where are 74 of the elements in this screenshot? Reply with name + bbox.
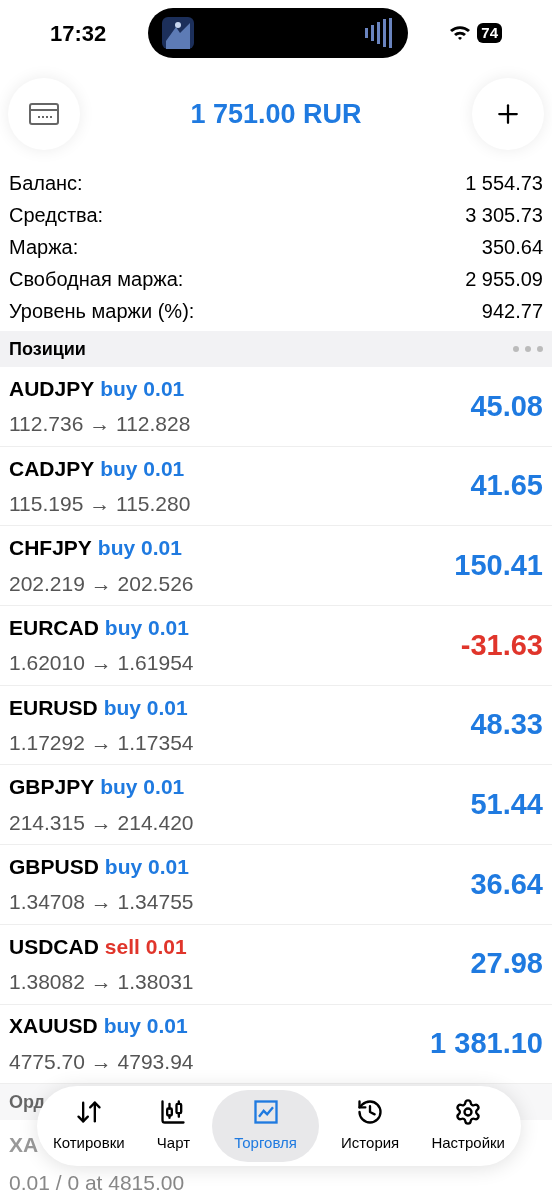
position-row[interactable]: GBPJPY buy 0.01 214.315 → 214.420 51.44	[0, 765, 552, 846]
symbol: CHFJPY	[9, 535, 92, 562]
summary-label: Свободная маржа:	[9, 267, 184, 292]
price-range: 214.315 → 214.420	[9, 809, 194, 836]
position-row[interactable]: USDCAD sell 0.01 1.38082 → 1.38031 27.98	[0, 924, 552, 1005]
trade-volume: sell 0.01	[104, 933, 187, 960]
profit-value: 41.65	[470, 468, 543, 504]
profit-value: 45.08	[470, 388, 543, 424]
tab[interactable]: Торговля	[212, 1090, 319, 1162]
position-row[interactable]: AUDJPY buy 0.01 112.736 → 112.828 45.08	[0, 367, 552, 447]
summary-value: 942.77	[481, 299, 543, 324]
profit-value: 1 381.10	[430, 1026, 543, 1062]
summary-label: Уровень маржи (%):	[9, 299, 195, 324]
price-range: 115.195 → 115.280	[9, 491, 191, 518]
trade-volume: buy 0.01	[103, 694, 188, 721]
symbol: EURUSD	[9, 694, 98, 721]
price-range: 1.62010 → 1.61954	[9, 650, 194, 677]
wifi-icon	[449, 25, 472, 41]
tab[interactable]: Настройки	[421, 1090, 515, 1162]
profit-value: 27.98	[470, 946, 543, 982]
profit-value: 48.33	[470, 707, 543, 743]
trade-volume: buy 0.01	[100, 774, 185, 801]
symbol: GBPUSD	[9, 853, 99, 880]
summary-label: Баланс:	[9, 171, 83, 196]
summary-label: Маржа:	[9, 235, 79, 260]
symbol: EURCAD	[9, 614, 99, 641]
trade-volume: buy 0.01	[100, 375, 185, 402]
symbol: XA	[9, 1132, 39, 1159]
symbol: XAUUSD	[9, 1013, 98, 1040]
profit-value: 36.64	[470, 866, 543, 902]
order-details: 0.01 / 0 at 4815.00	[9, 1169, 185, 1196]
section-title: Позиции	[9, 337, 86, 361]
profit-value: 150.41	[454, 547, 543, 583]
summary-label: Средства:	[9, 203, 104, 228]
trade-volume: buy 0.01	[97, 535, 182, 562]
summary-value: 2 955.09	[465, 267, 543, 292]
tab[interactable]: Котировки	[43, 1090, 135, 1162]
symbol: AUDJPY	[9, 375, 95, 402]
price-range: 1.34708 → 1.34755	[9, 889, 194, 916]
trade-volume: buy 0.01	[104, 853, 189, 880]
trade-volume: buy 0.01	[103, 1013, 188, 1040]
symbol: CADJPY	[9, 455, 95, 482]
position-row[interactable]: EURCAD buy 0.01 1.62010 → 1.61954 -31.63	[0, 606, 552, 686]
price-range: 4775.70 → 4793.94	[9, 1048, 194, 1075]
more-icon[interactable]	[513, 346, 543, 352]
price-range: 112.736 → 112.828	[9, 411, 191, 438]
tab[interactable]: Чарт	[146, 1090, 201, 1162]
price-range: 202.219 → 202.526	[9, 570, 194, 597]
settings-icon	[454, 1097, 483, 1126]
position-row[interactable]: CHFJPY buy 0.01 202.219 → 202.526 150.41	[0, 526, 552, 607]
card-icon	[29, 102, 59, 126]
symbol: GBPJPY	[9, 774, 95, 801]
summary-value: 3 305.73	[465, 203, 543, 228]
price-range: 1.38082 → 1.38031	[9, 969, 194, 996]
position-row[interactable]: XAUUSD buy 0.01 4775.70 → 4793.94 1 381.10	[0, 1004, 552, 1085]
history-icon	[356, 1097, 385, 1126]
trade-volume: buy 0.01	[100, 455, 185, 482]
position-row[interactable]: GBPUSD buy 0.01 1.34708 → 1.34755 36.64	[0, 845, 552, 925]
symbol: USDCAD	[9, 933, 99, 960]
tab[interactable]: История	[331, 1090, 410, 1162]
battery-level: 74	[477, 23, 502, 43]
candlestick-icon	[159, 1097, 188, 1126]
price-range: 1.17292 → 1.17354	[9, 730, 194, 757]
profit-value: 51.44	[470, 787, 543, 823]
status-time: 17:32	[50, 19, 107, 48]
summary-value: 1 554.73	[465, 171, 543, 196]
position-row[interactable]: CADJPY buy 0.01 115.195 → 115.280 41.65	[0, 446, 552, 527]
chart-icon	[251, 1097, 280, 1126]
position-row[interactable]: EURUSD buy 0.01 1.17292 → 1.17354 48.33	[0, 685, 552, 766]
account-balance-title: 1 751.00 RUR	[190, 97, 362, 131]
profit-value: -31.63	[460, 627, 543, 663]
summary-value: 350.64	[481, 235, 543, 260]
waveform-icon	[363, 17, 394, 49]
trade-volume: buy 0.01	[104, 614, 189, 641]
